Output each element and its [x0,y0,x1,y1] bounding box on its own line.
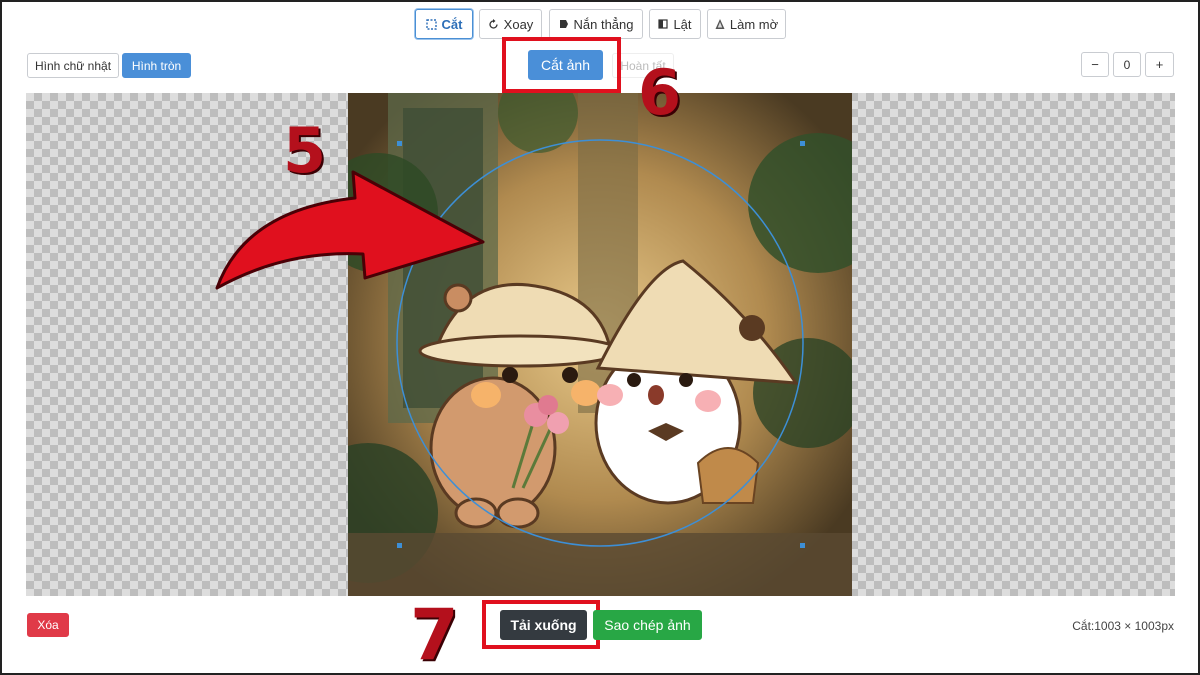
copy-image-label: Sao chép ảnh [604,617,691,633]
tab-flip-label: Lật [673,16,692,32]
shape-rectangle-button[interactable]: Hình chữ nhật [27,53,119,78]
step-6-label: 6 [638,56,682,129]
zoom-in-button[interactable]: + [1145,52,1174,77]
crop-handle-bottom-right[interactable] [800,543,805,548]
crop-circle-overlay[interactable] [26,93,1175,596]
blur-icon [715,19,725,29]
delete-button[interactable]: Xóa [27,613,69,637]
download-button[interactable]: Tải xuống [500,610,587,640]
tab-rotate-label: Xoay [503,16,534,32]
shape-circle-label: Hình tròn [131,58,182,73]
tab-rotate[interactable]: Xoay [479,9,542,39]
rotate-icon [489,18,498,29]
zoom-out-button[interactable]: − [1081,52,1109,77]
crop-icon [425,18,437,30]
download-label: Tải xuống [510,617,577,633]
tab-straighten[interactable]: Nắn thẳng [549,9,643,39]
tab-flip[interactable]: Lật [649,9,701,39]
crop-size-readout: Cắt:1003 × 1003px [1072,619,1174,633]
tab-crop-label: Cắt [441,16,463,32]
shape-circle-button[interactable]: Hình tròn [122,53,191,78]
crop-handle-top-left[interactable] [397,141,402,146]
delete-label: Xóa [37,618,59,632]
step-7-label: 7 [410,594,459,675]
straighten-icon [559,20,568,28]
flip-icon [658,19,669,29]
tab-straighten-label: Nắn thẳng [573,16,634,32]
crop-handle-bottom-left[interactable] [397,543,402,548]
tab-crop[interactable]: Cắt [415,9,473,39]
step-5-label: 5 [283,114,327,187]
annotation-arrow-icon [215,170,485,290]
crop-handle-top-right[interactable] [800,141,805,146]
editor-canvas[interactable] [26,93,1175,596]
zoom-in-label: + [1155,57,1164,72]
tab-blur[interactable]: Làm mờ [707,9,786,39]
tab-blur-label: Làm mờ [729,16,779,32]
copy-image-button[interactable]: Sao chép ảnh [593,610,702,640]
zoom-value: 0 [1113,52,1141,77]
zoom-out-label: − [1091,57,1099,72]
highlight-crop-button [502,37,621,93]
shape-rectangle-label: Hình chữ nhật [34,58,112,73]
zoom-value-label: 0 [1123,57,1131,72]
